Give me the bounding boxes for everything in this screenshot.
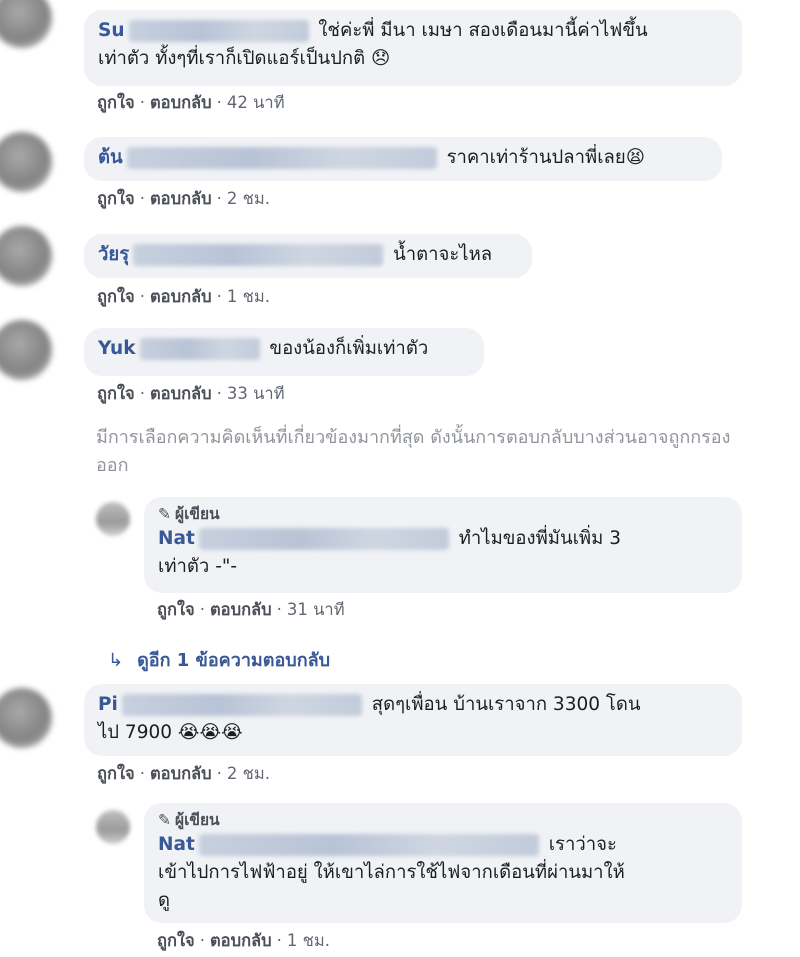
comment-actions: ถูกใจ · ตอบกลับ · 2 ชม. (97, 189, 270, 208)
commenter-avatar[interactable] (0, 320, 52, 380)
redacted-name (128, 20, 309, 42)
reply-link[interactable]: ตอบกลับ (150, 93, 212, 112)
comment-author[interactable]: Yuk (98, 338, 136, 359)
reply-avatar[interactable] (96, 810, 130, 844)
comment-text: ราคาเท่าร้านปลาพี่เลย (446, 147, 626, 168)
redacted-name (198, 834, 539, 856)
comment-author[interactable]: Nat (158, 834, 195, 855)
comment-actions: ถูกใจ · ตอบกลับ · 31 นาที (157, 600, 345, 619)
like-link[interactable]: ถูกใจ (97, 93, 135, 112)
comment-bubble: วัยรุ น้ำตาจะไหล (84, 234, 532, 278)
comment-text: ดู (158, 890, 171, 911)
reply-bubble: ✎ ผู้เขียน Nat ทำไมของพี่มันเพิ่ม 3 เท่าต… (144, 497, 742, 593)
comment-author[interactable]: Su (98, 20, 125, 41)
like-link[interactable]: ถูกใจ (157, 931, 195, 950)
comment-author[interactable]: Nat (158, 528, 195, 549)
reply-link[interactable]: ตอบกลับ (150, 384, 212, 403)
redacted-name (198, 528, 449, 550)
crying-emoji: 😭😭😭 (177, 722, 243, 743)
comment-author[interactable]: Pi (98, 694, 118, 715)
comment-text: เราว่าจะ (548, 834, 617, 855)
disappointed-emoji: 😞 (371, 48, 391, 69)
comment-time[interactable]: 2 ชม. (227, 764, 270, 783)
reply-link[interactable]: ตอบกลับ (210, 600, 272, 619)
comment-actions: ถูกใจ · ตอบกลับ · 33 นาที (97, 384, 285, 403)
comment-text: ใช่ค่ะพี่ มีนา เมษา สองเดือนมานี้ค่าไฟขึ… (318, 20, 648, 41)
comment-actions: ถูกใจ · ตอบกลับ · 2 ชม. (97, 764, 270, 783)
filter-notice: มีการเลือกความคิดเห็นที่เกี่ยวข้องมากที่… (96, 427, 731, 476)
commenter-avatar[interactable] (0, 132, 52, 192)
author-badge: ✎ ผู้เขียน (158, 811, 220, 829)
comment-time[interactable]: 2 ชม. (227, 189, 270, 208)
comment-text: เท่าตัว -"- (158, 556, 238, 577)
like-link[interactable]: ถูกใจ (97, 764, 135, 783)
author-badge: ✎ ผู้เขียน (158, 505, 220, 523)
comment-text: สุดๆเพื่อน บ้านเราจาก 3300 โดน (371, 694, 641, 715)
comment-text: น้ำตาจะไหล (393, 244, 493, 265)
tired-face-emoji: 😫 (625, 147, 645, 168)
comment-time[interactable]: 42 นาที (227, 93, 285, 112)
comment-bubble: Pi สุดๆเพื่อน บ้านเราจาก 3300 โดน ไป 790… (84, 684, 742, 756)
comment-time[interactable]: 33 นาที (227, 384, 285, 403)
commenter-avatar[interactable] (0, 688, 52, 748)
comment-bubble: ต้น ราคาเท่าร้านปลาพี่เลย😫 (84, 137, 722, 181)
comment-author[interactable]: ต้น (98, 147, 123, 168)
commenter-avatar[interactable] (0, 226, 52, 286)
view-more-replies-link[interactable]: ↳ ดูอีก 1 ข้อความตอบกลับ (108, 645, 330, 674)
comment-text: เข้าไปการไฟฟ้าอยู่ ให้เขาไล่การใช้ไฟจากเ… (158, 862, 625, 883)
pencil-icon: ✎ (158, 505, 171, 523)
reply-link[interactable]: ตอบกลับ (150, 764, 212, 783)
comment-bubble: Su ใช่ค่ะพี่ มีนา เมษา สองเดือนมานี้ค่าไ… (84, 10, 742, 86)
reply-arrow-icon: ↳ (108, 650, 124, 671)
comment-text: ของน้องก็เพิ่มเท่าตัว (269, 338, 429, 359)
pencil-icon: ✎ (158, 811, 171, 829)
comment-time[interactable]: 1 ชม. (227, 287, 270, 306)
comment-actions: ถูกใจ · ตอบกลับ · 1 ชม. (97, 287, 270, 306)
comment-actions: ถูกใจ · ตอบกลับ · 42 นาที (97, 93, 285, 112)
comment-author[interactable]: วัยรุ (98, 244, 129, 265)
comment-text: ไป 7900 (98, 722, 173, 743)
comment-text: ทำไมของพี่มันเพิ่ม 3 (458, 528, 621, 549)
comment-actions: ถูกใจ · ตอบกลับ · 1 ชม. (157, 931, 330, 950)
redacted-name (121, 694, 362, 716)
redacted-name (126, 147, 437, 169)
commenter-avatar[interactable] (0, 0, 52, 48)
reply-link[interactable]: ตอบกลับ (150, 287, 212, 306)
like-link[interactable]: ถูกใจ (97, 287, 135, 306)
like-link[interactable]: ถูกใจ (97, 384, 135, 403)
reply-link[interactable]: ตอบกลับ (210, 931, 272, 950)
redacted-name (139, 338, 260, 360)
comment-text: เท่าตัว ทั้งๆที่เราก็เปิดแอร์เป็นปกติ (98, 48, 366, 69)
like-link[interactable]: ถูกใจ (97, 189, 135, 208)
reply-bubble: ✎ ผู้เขียน Nat เราว่าจะ เข้าไปการไฟฟ้าอยู… (144, 803, 742, 923)
comment-bubble: Yuk ของน้องก็เพิ่มเท่าตัว (84, 328, 484, 376)
redacted-name (133, 244, 384, 266)
comment-time[interactable]: 1 ชม. (287, 931, 330, 950)
reply-link[interactable]: ตอบกลับ (150, 189, 212, 208)
like-link[interactable]: ถูกใจ (157, 600, 195, 619)
comment-time[interactable]: 31 นาที (287, 600, 345, 619)
reply-avatar[interactable] (96, 502, 130, 536)
